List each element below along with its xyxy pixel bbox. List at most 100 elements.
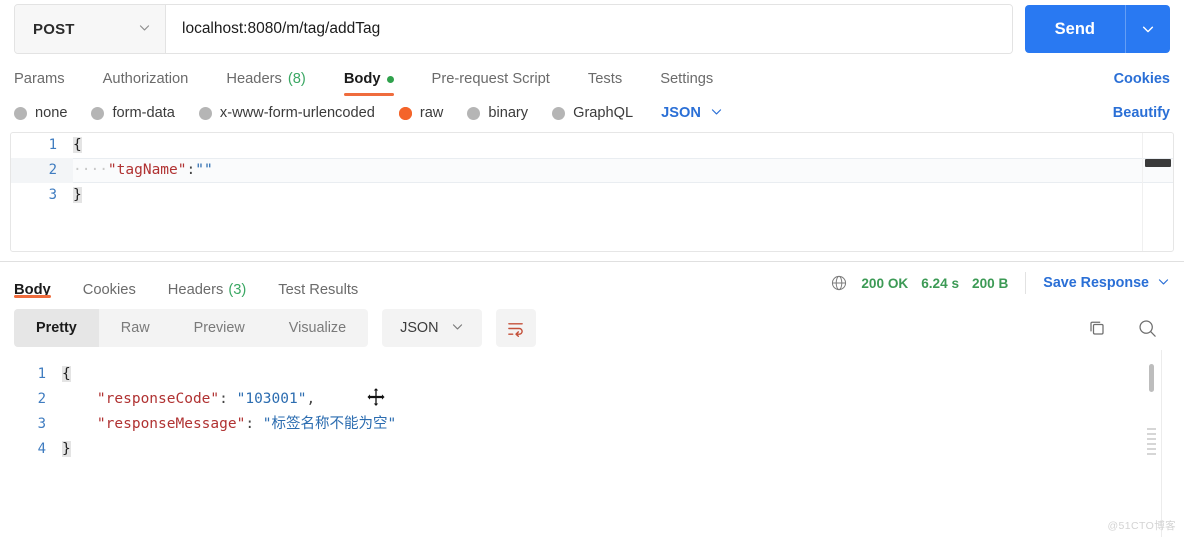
response-tab-headers[interactable]: Headers (3): [168, 262, 246, 304]
code-line: 1 {: [11, 133, 1173, 158]
line-number: 4: [37, 441, 46, 457]
response-size: 200 B: [972, 275, 1009, 291]
response-header: Body Cookies Headers (3) Test Results 20…: [0, 262, 1184, 304]
response-status: 200 OK: [861, 275, 909, 291]
tab-label: Settings: [660, 71, 714, 87]
body-mode-row: none form-data x-www-form-urlencoded raw…: [0, 96, 1184, 132]
tab-settings[interactable]: Settings: [660, 71, 713, 96]
view-mode-pretty[interactable]: Pretty: [14, 309, 99, 347]
body-mode-label: GraphQL: [573, 105, 634, 121]
view-mode-preview[interactable]: Preview: [172, 309, 267, 347]
chevron-down-icon: [710, 105, 723, 122]
search-icon[interactable]: [1137, 318, 1158, 339]
line-content: {: [73, 137, 82, 153]
body-mode-label: binary: [488, 105, 529, 121]
line-number: 3: [37, 416, 46, 432]
tab-label: Test Results: [278, 281, 359, 298]
tab-pre-request-script[interactable]: Pre-request Script: [432, 71, 550, 96]
request-body-editor[interactable]: 1 { 2 ····"tagName":"" 3 }: [10, 132, 1174, 252]
save-response-label: Save Response: [1043, 275, 1149, 291]
http-method-select[interactable]: POST: [15, 5, 166, 53]
view-mode-visualize[interactable]: Visualize: [267, 309, 368, 347]
tab-label: Headers: [226, 71, 282, 87]
body-mode-x-www-form-urlencoded[interactable]: x-www-form-urlencoded: [198, 105, 375, 121]
response-format-label: JSON: [400, 320, 439, 336]
send-options-button[interactable]: [1125, 5, 1170, 53]
response-minimap[interactable]: [1147, 428, 1156, 456]
request-code: 1 { 2 ····"tagName":"" 3 }: [11, 133, 1173, 208]
tab-authorization[interactable]: Authorization: [103, 71, 189, 96]
code-line: 4 }: [0, 437, 1184, 462]
response-meta: 200 OK 6.24 s 200 B Save Response: [830, 272, 1170, 294]
response-tab-body[interactable]: Body: [14, 262, 51, 304]
code-line: 3 }: [11, 183, 1173, 208]
response-scrollbar-thumb[interactable]: [1149, 364, 1154, 392]
headers-count: (8): [287, 71, 306, 87]
request-tabs: Params Authorization Headers (8) Body Pr…: [0, 56, 1184, 96]
request-format-select[interactable]: JSON: [661, 105, 723, 122]
view-mode-raw[interactable]: Raw: [99, 309, 172, 347]
radio-icon: [198, 106, 212, 120]
request-format-label: JSON: [661, 105, 701, 121]
request-editor-scrollbar-thumb[interactable]: [1145, 159, 1171, 167]
word-wrap-toggle[interactable]: [495, 309, 536, 347]
line-number: 1: [48, 137, 57, 153]
line-content: {: [62, 366, 71, 382]
code-line: 1 {: [0, 362, 1184, 387]
line-content: ····"tagName":"": [73, 162, 213, 178]
tab-label: Body: [14, 281, 51, 298]
tab-label: Tests: [587, 71, 623, 87]
response-tab-cookies[interactable]: Cookies: [83, 262, 136, 304]
tab-label: Body: [343, 71, 381, 87]
request-url-bar: POST localhost:8080/m/tag/addTag Send: [0, 0, 1184, 56]
beautify-link[interactable]: Beautify: [1113, 105, 1170, 121]
line-number: 1: [37, 366, 46, 382]
line-content: }: [73, 187, 82, 203]
body-mode-label: form-data: [112, 105, 175, 121]
tab-params[interactable]: Params: [14, 71, 65, 96]
body-mode-label: none: [35, 105, 68, 121]
send-button-group: Send: [1024, 5, 1170, 53]
http-method-label: POST: [33, 20, 75, 38]
response-tab-test-results[interactable]: Test Results: [278, 262, 358, 304]
response-headers-count: (3): [228, 281, 247, 298]
radio-icon: [14, 106, 27, 120]
body-mode-label: raw: [419, 105, 444, 121]
response-code: 1 { 2 "responseCode": "103001", 3 "respo…: [0, 350, 1184, 462]
code-line: 2 "responseCode": "103001",: [0, 387, 1184, 412]
tab-body[interactable]: Body: [343, 71, 394, 96]
body-mode-none[interactable]: none: [14, 105, 67, 121]
send-button[interactable]: Send: [1025, 5, 1125, 53]
body-modified-dot-icon: [386, 75, 394, 83]
body-mode-graphql[interactable]: GraphQL: [552, 105, 633, 121]
tab-label: Pre-request Script: [431, 71, 550, 87]
line-number: 2: [48, 162, 57, 178]
request-editor-scrollbar-track[interactable]: [1142, 133, 1173, 251]
body-mode-binary[interactable]: binary: [467, 105, 528, 121]
radio-icon: [552, 106, 566, 120]
tab-headers[interactable]: Headers (8): [226, 71, 305, 96]
chevron-down-icon: [1157, 275, 1170, 292]
save-response-button[interactable]: Save Response: [1043, 275, 1170, 292]
tab-label: Authorization: [102, 71, 189, 87]
tab-label: Cookies: [82, 281, 136, 298]
line-content: }: [62, 441, 71, 457]
divider: [1025, 272, 1027, 294]
chevron-down-icon: [451, 320, 464, 337]
copy-icon[interactable]: [1087, 318, 1107, 338]
word-wrap-icon: [508, 322, 523, 337]
body-mode-form-data[interactable]: form-data: [91, 105, 175, 121]
response-time: 6.24 s: [921, 275, 960, 291]
cookies-link[interactable]: Cookies: [1114, 71, 1170, 96]
tab-tests[interactable]: Tests: [588, 71, 622, 96]
watermark: @51CTO博客: [1107, 520, 1176, 532]
response-body-viewer[interactable]: 1 { 2 "responseCode": "103001", 3 "respo…: [0, 350, 1184, 537]
response-scrollbar-track[interactable]: [1161, 350, 1162, 537]
response-toolbar: Pretty Raw Preview Visualize JSON: [0, 304, 1184, 350]
chevron-down-icon: [138, 21, 151, 38]
response-view-mode-group: Pretty Raw Preview Visualize: [14, 309, 369, 347]
line-number: 3: [48, 187, 57, 203]
response-format-select[interactable]: JSON: [382, 309, 482, 347]
url-input[interactable]: localhost:8080/m/tag/addTag: [166, 5, 1012, 53]
body-mode-raw[interactable]: raw: [398, 105, 444, 121]
